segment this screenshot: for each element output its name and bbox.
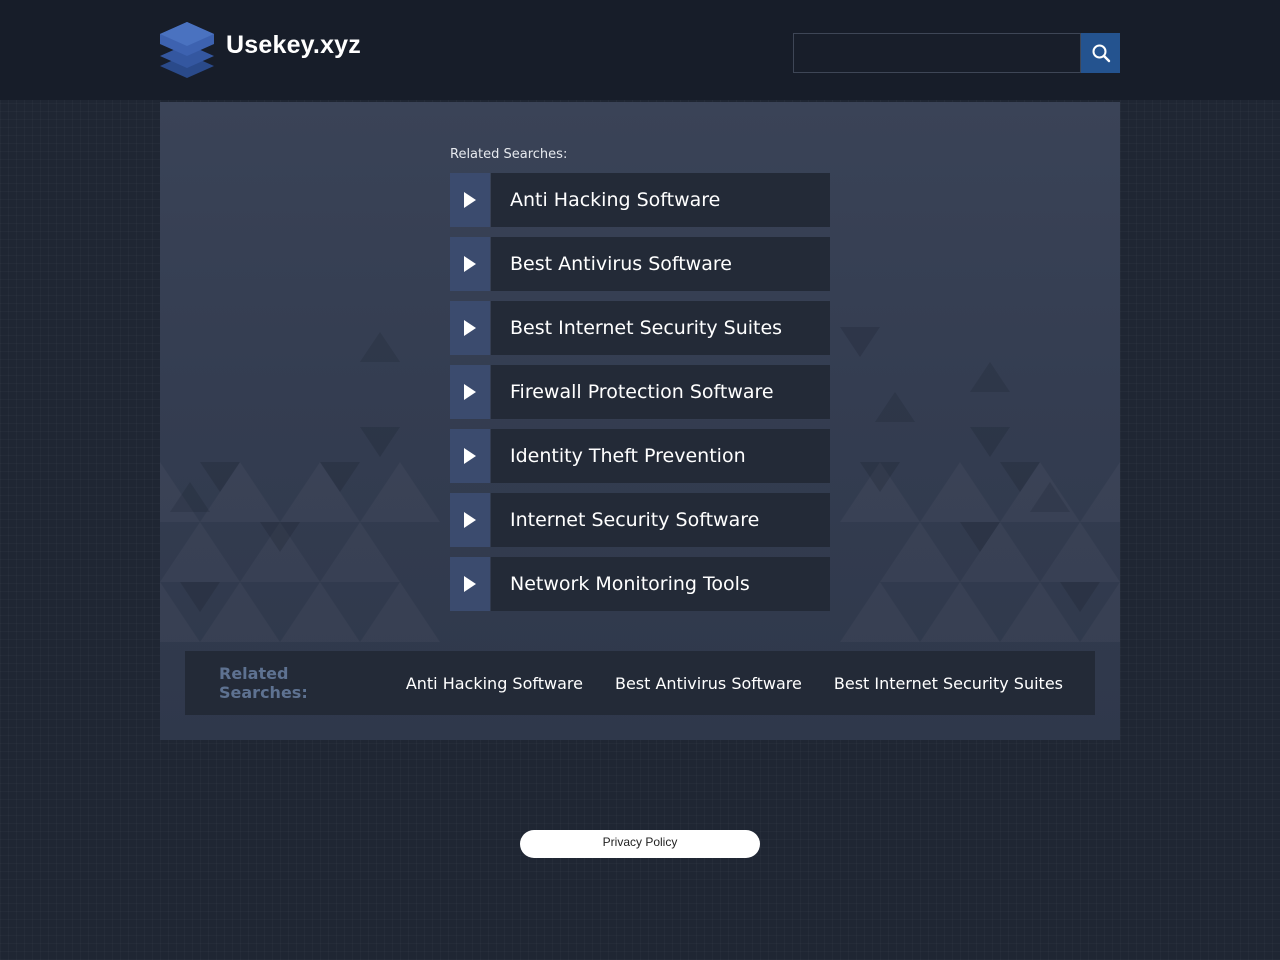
related-link-label[interactable]: Network Monitoring Tools xyxy=(491,557,830,611)
related-link-internet-security-software[interactable]: Internet Security Software xyxy=(450,493,830,547)
related-links-list: Anti Hacking Software Best Antivirus Sof… xyxy=(450,173,830,621)
play-arrow-icon xyxy=(450,493,490,547)
play-arrow-icon xyxy=(450,429,490,483)
related-link-label[interactable]: Firewall Protection Software xyxy=(491,365,830,419)
footer-related-searches-label: Related Searches: xyxy=(219,664,308,702)
play-arrow-icon xyxy=(450,173,490,227)
privacy-policy-link[interactable]: Privacy Policy xyxy=(520,830,760,858)
stacked-layers-icon[interactable] xyxy=(160,20,214,82)
related-link-label[interactable]: Anti Hacking Software xyxy=(491,173,830,227)
related-link-best-antivirus-software[interactable]: Best Antivirus Software xyxy=(450,237,830,291)
related-link-label[interactable]: Internet Security Software xyxy=(491,493,830,547)
related-link-identity-theft-prevention[interactable]: Identity Theft Prevention xyxy=(450,429,830,483)
search-icon xyxy=(1092,44,1110,63)
site-name[interactable]: Usekey.xyz xyxy=(226,31,361,60)
site-header: Usekey.xyz xyxy=(0,0,1280,100)
play-arrow-icon xyxy=(450,237,490,291)
related-link-label[interactable]: Identity Theft Prevention xyxy=(491,429,830,483)
play-arrow-icon xyxy=(450,365,490,419)
related-searches-label: Related Searches: xyxy=(450,147,568,162)
footer-link-anti-hacking-software[interactable]: Anti Hacking Software xyxy=(406,674,583,693)
related-link-label[interactable]: Best Internet Security Suites xyxy=(491,301,830,355)
related-link-firewall-protection-software[interactable]: Firewall Protection Software xyxy=(450,365,830,419)
related-link-network-monitoring-tools[interactable]: Network Monitoring Tools xyxy=(450,557,830,611)
search-input[interactable] xyxy=(793,33,1081,73)
footer-link-best-internet-security-suites[interactable]: Best Internet Security Suites xyxy=(834,674,1063,693)
play-arrow-icon xyxy=(450,557,490,611)
content-panel: Related Searches: Anti Hacking Software … xyxy=(160,102,1120,740)
related-link-best-internet-security-suites[interactable]: Best Internet Security Suites xyxy=(450,301,830,355)
play-arrow-icon xyxy=(450,301,490,355)
footer-link-best-antivirus-software[interactable]: Best Antivirus Software xyxy=(615,674,802,693)
related-link-anti-hacking-software[interactable]: Anti Hacking Software xyxy=(450,173,830,227)
related-link-label[interactable]: Best Antivirus Software xyxy=(491,237,830,291)
search-button[interactable] xyxy=(1081,33,1120,73)
footer-related-searches-bar: Related Searches: Anti Hacking Software … xyxy=(185,651,1095,715)
